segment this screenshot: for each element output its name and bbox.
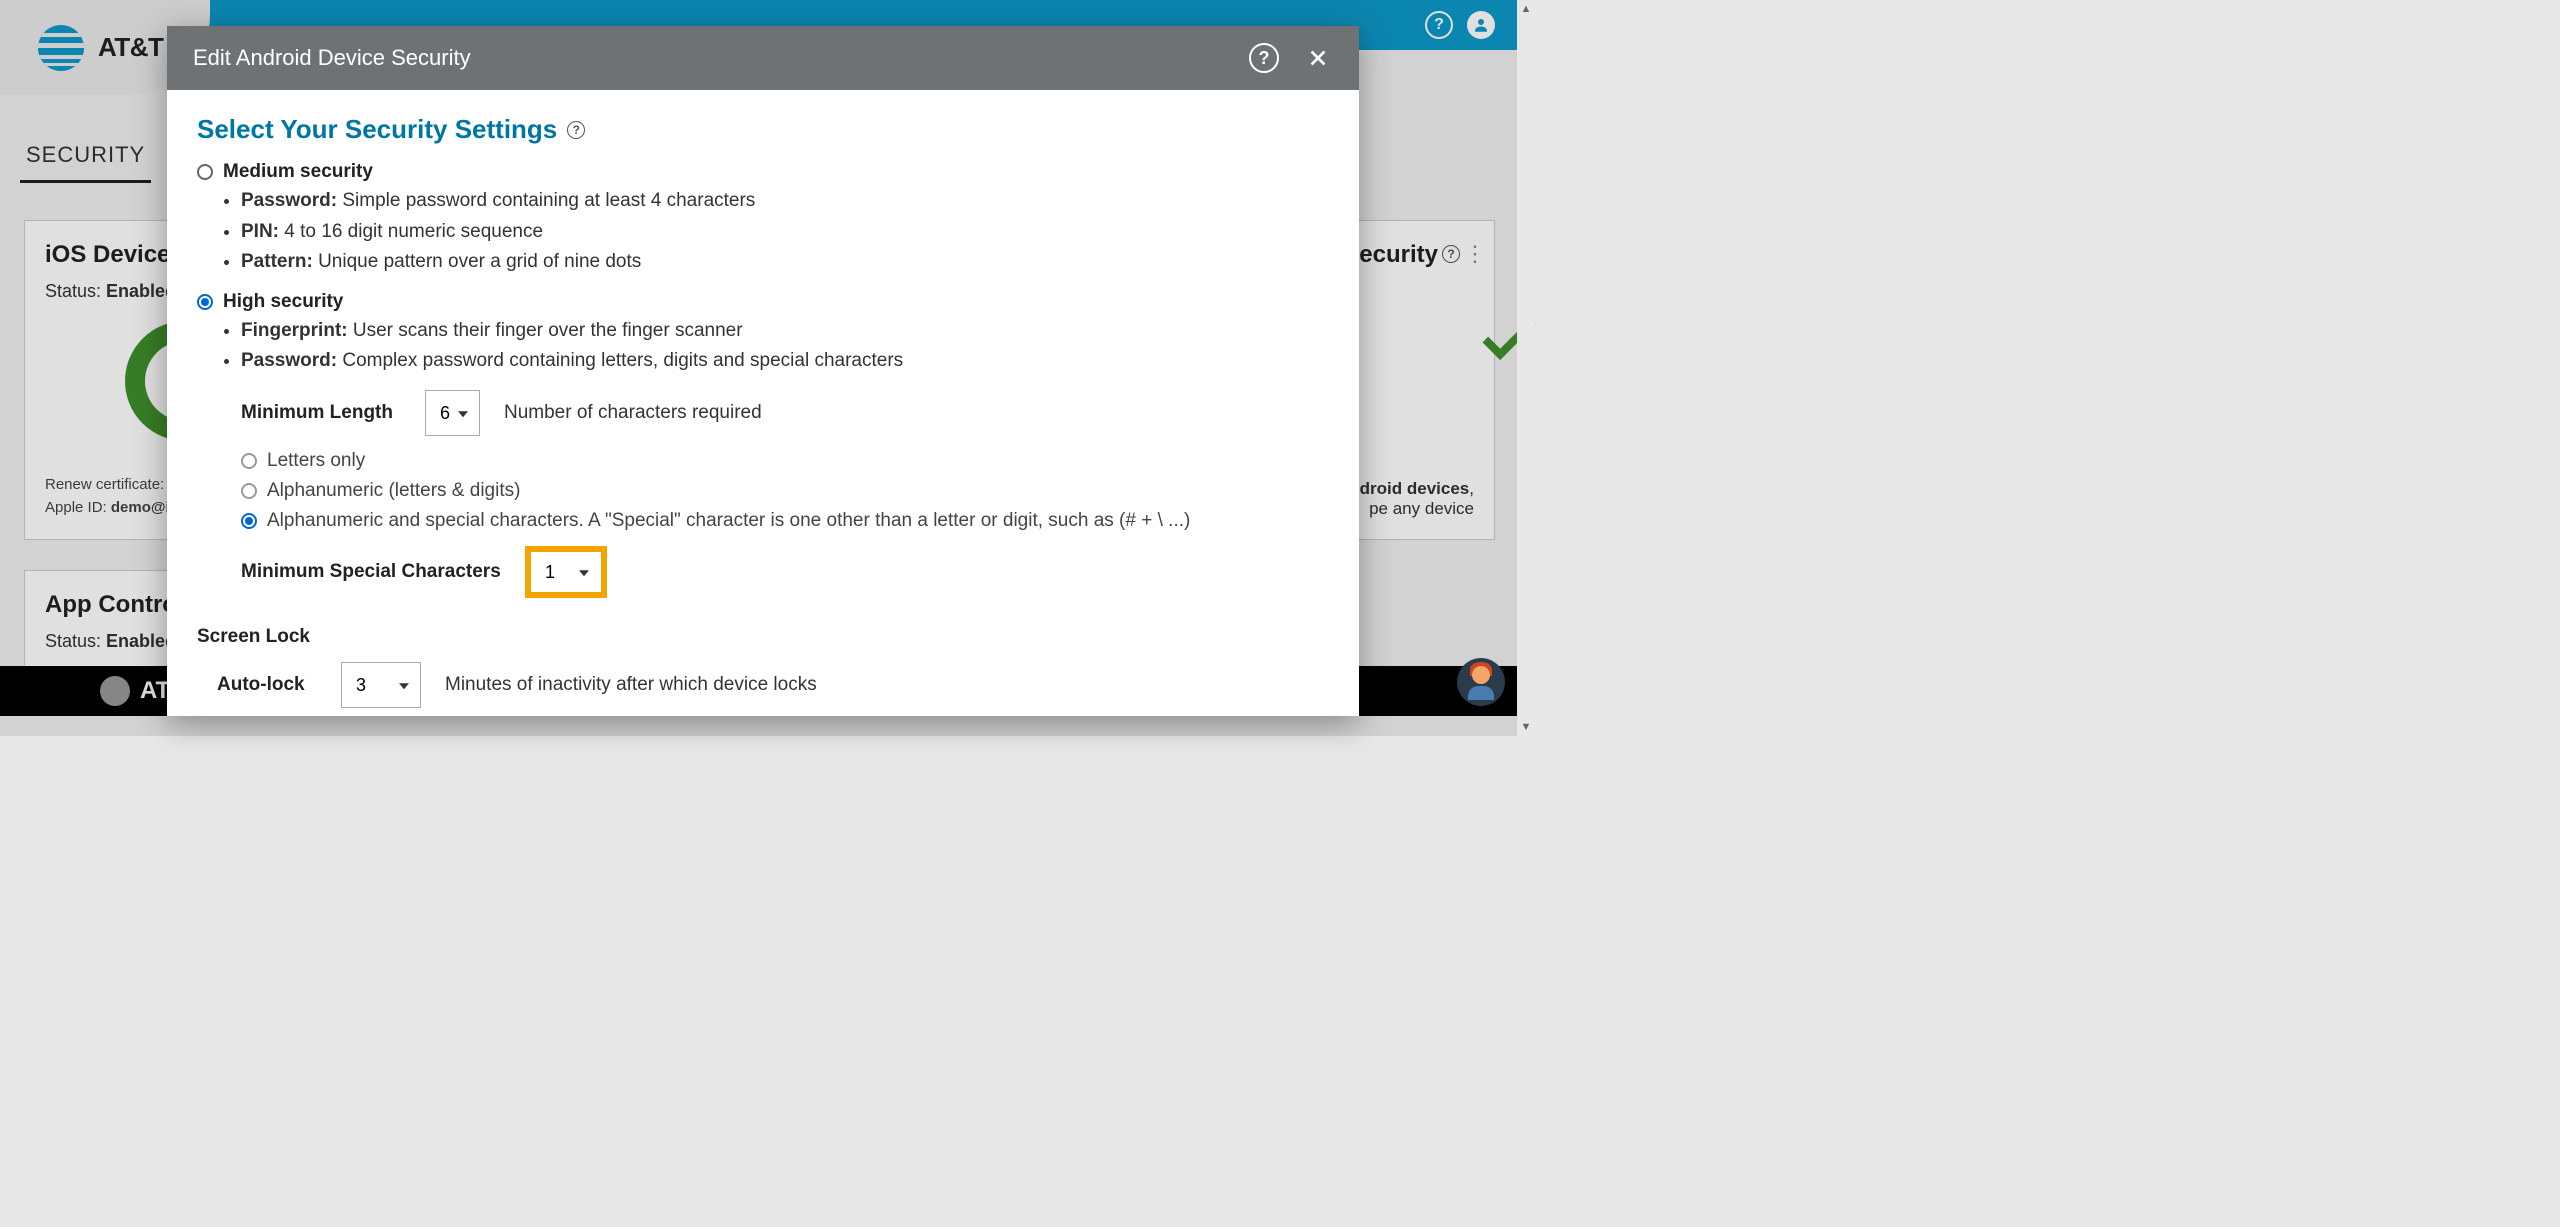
help-icon[interactable]: ?: [1249, 43, 1279, 73]
radio-high-security[interactable]: High security: [197, 291, 1329, 313]
high-security-details: Fingerprint: User scans their finger ove…: [241, 317, 1329, 376]
auto-lock-hint: Minutes of inactivity after which device…: [445, 674, 817, 696]
radio-icon[interactable]: [241, 453, 257, 469]
radio-alphanumeric[interactable]: Alphanumeric (letters & digits): [241, 480, 1329, 502]
settings-heading: Select Your Security Settings ?: [197, 114, 1329, 145]
auto-lock-row: Auto-lock 3 Minutes of inactivity after …: [217, 662, 1329, 708]
modal-title: Edit Android Device Security: [193, 45, 471, 71]
screen-lock-heading: Screen Lock: [197, 626, 1329, 648]
radio-medium-security[interactable]: Medium security: [197, 161, 1329, 183]
auto-lock-label: Auto-lock: [217, 674, 317, 696]
modal-header: Edit Android Device Security ?: [167, 26, 1359, 90]
min-special-chars-row: Minimum Special Characters 1: [241, 546, 1329, 598]
radio-icon[interactable]: [197, 164, 213, 180]
min-special-label: Minimum Special Characters: [241, 561, 501, 583]
radio-icon[interactable]: [241, 483, 257, 499]
radio-icon[interactable]: [241, 513, 257, 529]
modal-body[interactable]: Select Your Security Settings ? Medium s…: [167, 90, 1359, 716]
radio-icon[interactable]: [197, 294, 213, 310]
radio-letters-only[interactable]: Letters only: [241, 450, 1329, 472]
scroll-up-icon[interactable]: ▲: [1517, 0, 1535, 18]
support-avatar-button[interactable]: [1457, 658, 1505, 706]
auto-lock-select[interactable]: 3: [341, 662, 421, 708]
close-icon[interactable]: [1303, 43, 1333, 73]
min-length-select[interactable]: 6: [425, 390, 480, 436]
medium-security-details: Password: Simple password containing at …: [241, 187, 1329, 277]
help-icon[interactable]: ?: [567, 121, 585, 139]
min-length-hint: Number of characters required: [504, 402, 762, 424]
highlighted-select: 1: [525, 546, 607, 598]
min-special-select[interactable]: 1: [531, 552, 601, 592]
min-length-label: Minimum Length: [241, 402, 401, 424]
window-scrollbar[interactable]: ▲ ▼: [1517, 0, 1535, 736]
radio-alpha-special[interactable]: Alphanumeric and special characters. A "…: [241, 510, 1329, 532]
minimum-length-row: Minimum Length 6 Number of characters re…: [241, 390, 1329, 436]
edit-android-modal: Edit Android Device Security ? Select Yo…: [167, 26, 1359, 716]
scroll-down-icon[interactable]: ▼: [1517, 718, 1535, 736]
